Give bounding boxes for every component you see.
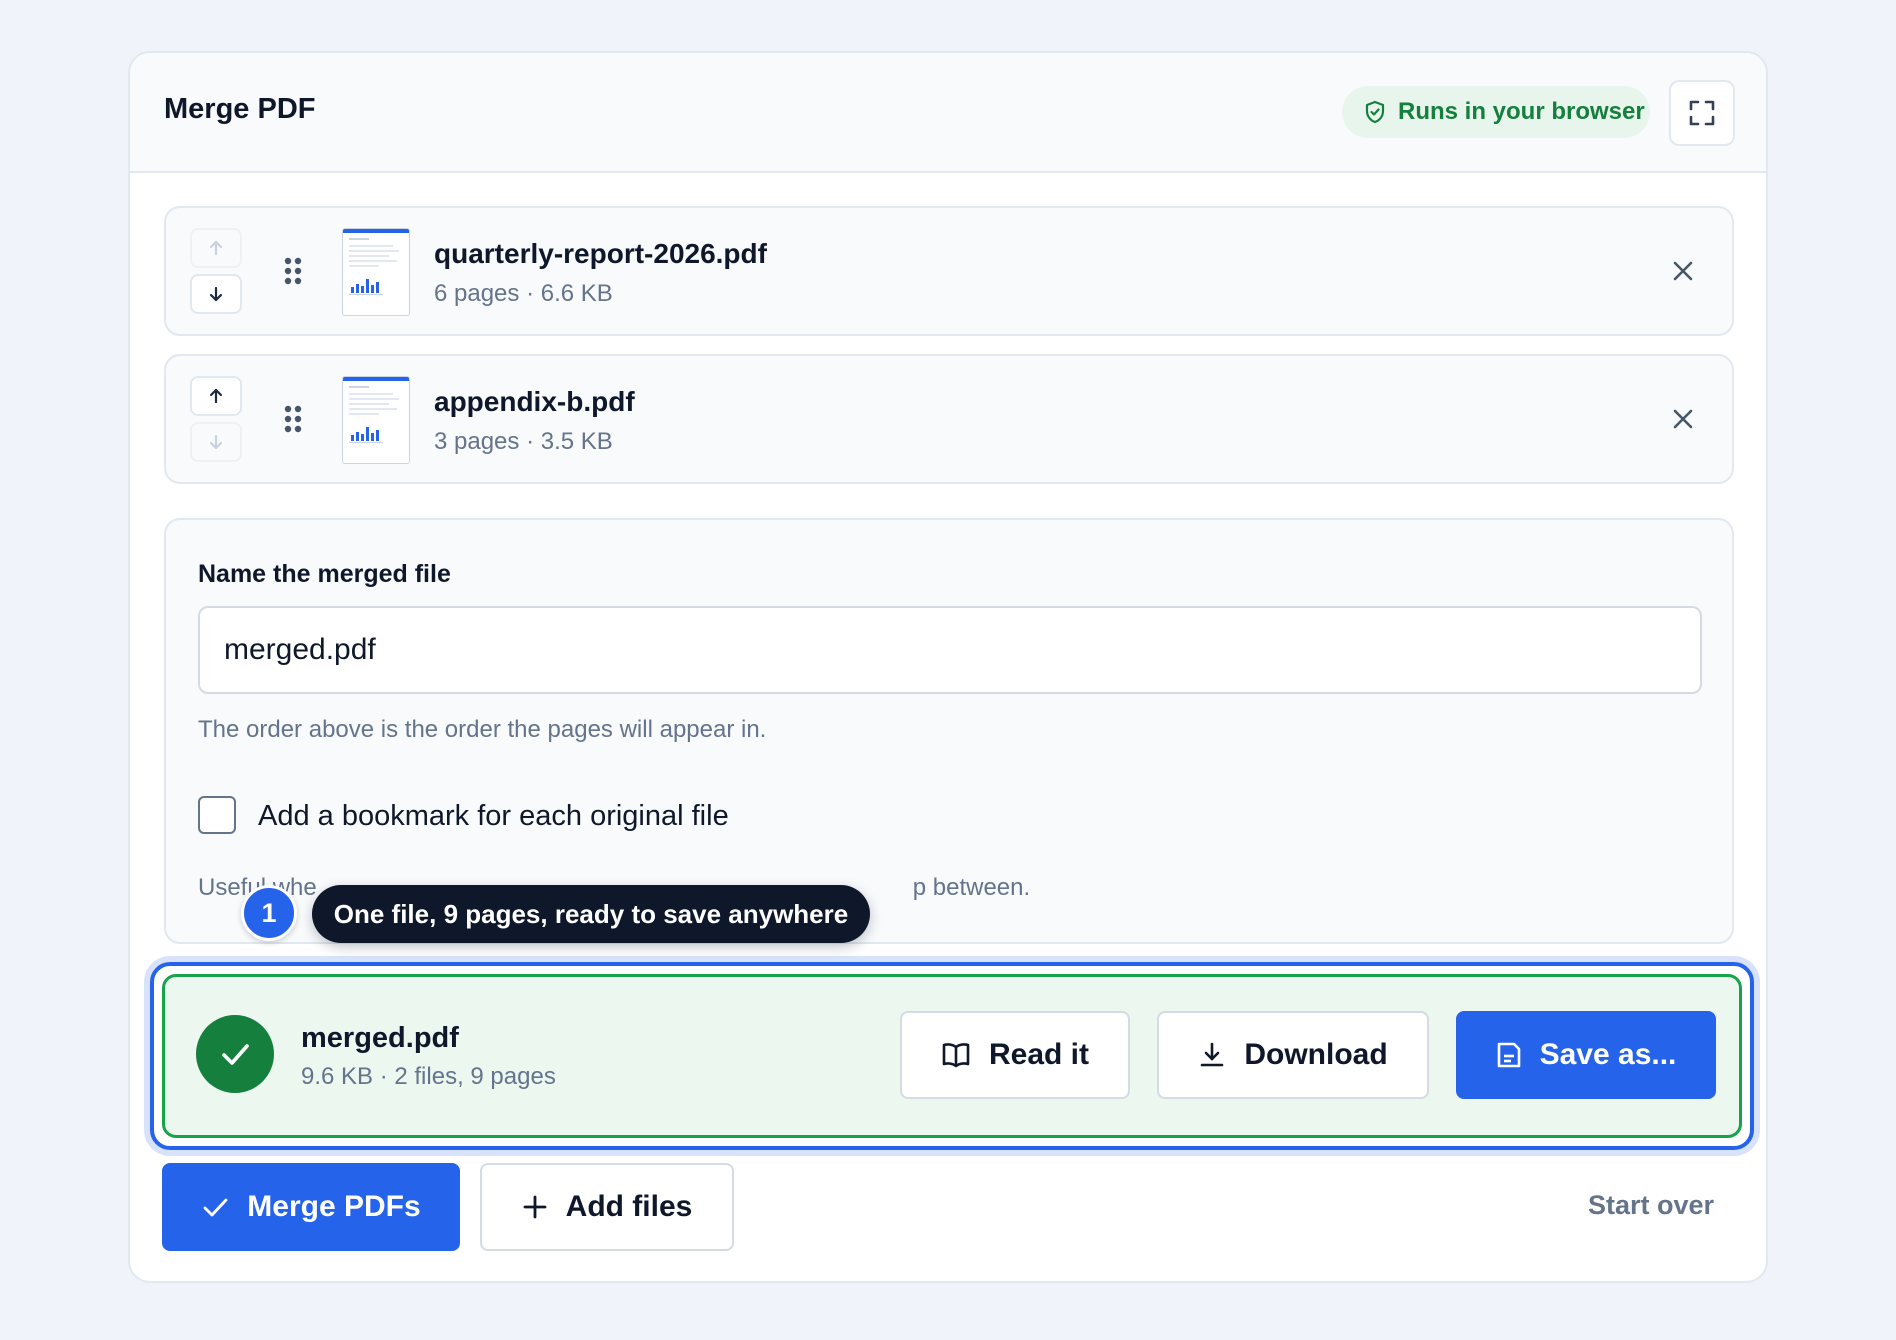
bookmark-checkbox[interactable] (198, 796, 236, 834)
runs-badge-label: Runs in your browser (1398, 98, 1645, 125)
file-meta: 6 pages · 6.6 KB (434, 280, 613, 307)
tour-step-badge: 1 (241, 885, 297, 941)
merge-pdfs-button[interactable]: Merge PDFs (162, 1163, 460, 1251)
file-name: appendix-b.pdf (434, 386, 635, 417)
arrow-down-icon (209, 286, 223, 302)
page-title: Merge PDF (164, 93, 316, 125)
merge-options-panel: Name the merged file The order above is … (164, 518, 1734, 944)
save-as-button[interactable]: Save as... (1456, 1011, 1716, 1099)
arrow-up-icon (209, 388, 223, 404)
runs-in-browser-badge: Runs in your browser (1342, 86, 1650, 138)
checkmark-icon (222, 1044, 249, 1065)
add-files-button[interactable]: Add files (480, 1163, 734, 1251)
download-button[interactable]: Download (1157, 1011, 1429, 1099)
success-check-icon (196, 1015, 274, 1093)
move-up-button[interactable] (190, 376, 242, 416)
start-over-link[interactable]: Start over (1588, 1190, 1714, 1221)
remove-file-button[interactable] (1662, 250, 1704, 292)
file-row[interactable]: appendix-b.pdf 3 pages · 3.5 KB (164, 354, 1734, 484)
pdf-thumbnail (342, 228, 410, 316)
bookmark-hint-end: p between. (912, 874, 1031, 901)
file-row[interactable]: quarterly-report-2026.pdf 6 pages · 6.6 … (164, 206, 1734, 336)
file-meta: 3 pages · 3.5 KB (434, 428, 613, 455)
drag-handle-icon[interactable] (284, 405, 302, 433)
bookmark-checkbox-label[interactable]: Add a bookmark for each original file (258, 800, 729, 833)
pdf-thumbnail (342, 376, 410, 464)
file-name: quarterly-report-2026.pdf (434, 238, 767, 269)
arrow-down-icon (209, 434, 223, 450)
drag-handle-icon[interactable] (284, 257, 302, 285)
book-open-icon (942, 1043, 970, 1068)
merged-result-panel: merged.pdf 9.6 KB · 2 files, 9 pages Rea… (162, 974, 1742, 1138)
checkmark-icon (203, 1198, 228, 1217)
merged-result-highlight: merged.pdf 9.6 KB · 2 files, 9 pages Rea… (150, 962, 1754, 1150)
close-icon (1673, 261, 1693, 281)
arrow-up-icon (209, 240, 223, 256)
plus-icon (523, 1195, 547, 1219)
merged-file-meta: 9.6 KB · 2 files, 9 pages (301, 1063, 556, 1090)
merged-filename-input[interactable] (198, 606, 1702, 694)
add-files-label: Add files (565, 1190, 693, 1223)
merged-file-name: merged.pdf (301, 1022, 459, 1054)
order-hint: The order above is the order the pages w… (198, 716, 767, 743)
name-field-label: Name the merged file (198, 560, 451, 588)
save-icon (1497, 1042, 1520, 1068)
remove-file-button[interactable] (1662, 398, 1704, 440)
move-down-button[interactable] (190, 422, 242, 462)
tour-tooltip: One file, 9 pages, ready to save anywher… (312, 885, 870, 943)
merge-pdfs-label: Merge PDFs (247, 1190, 421, 1223)
save-as-label: Save as... (1539, 1038, 1677, 1071)
move-down-button[interactable] (190, 274, 242, 314)
fullscreen-icon (1689, 100, 1715, 126)
download-label: Download (1244, 1038, 1388, 1071)
read-it-button[interactable]: Read it (900, 1011, 1130, 1099)
pdf-page-preview-icon (343, 377, 409, 443)
card-header: Merge PDF Runs in your browser (130, 53, 1766, 173)
pdf-page-preview-icon (343, 229, 409, 295)
move-up-button[interactable] (190, 228, 242, 268)
download-icon (1201, 1042, 1224, 1067)
fullscreen-button[interactable] (1669, 80, 1735, 146)
shield-check-icon (1365, 100, 1385, 124)
close-icon (1673, 409, 1693, 429)
read-it-label: Read it (988, 1038, 1090, 1071)
